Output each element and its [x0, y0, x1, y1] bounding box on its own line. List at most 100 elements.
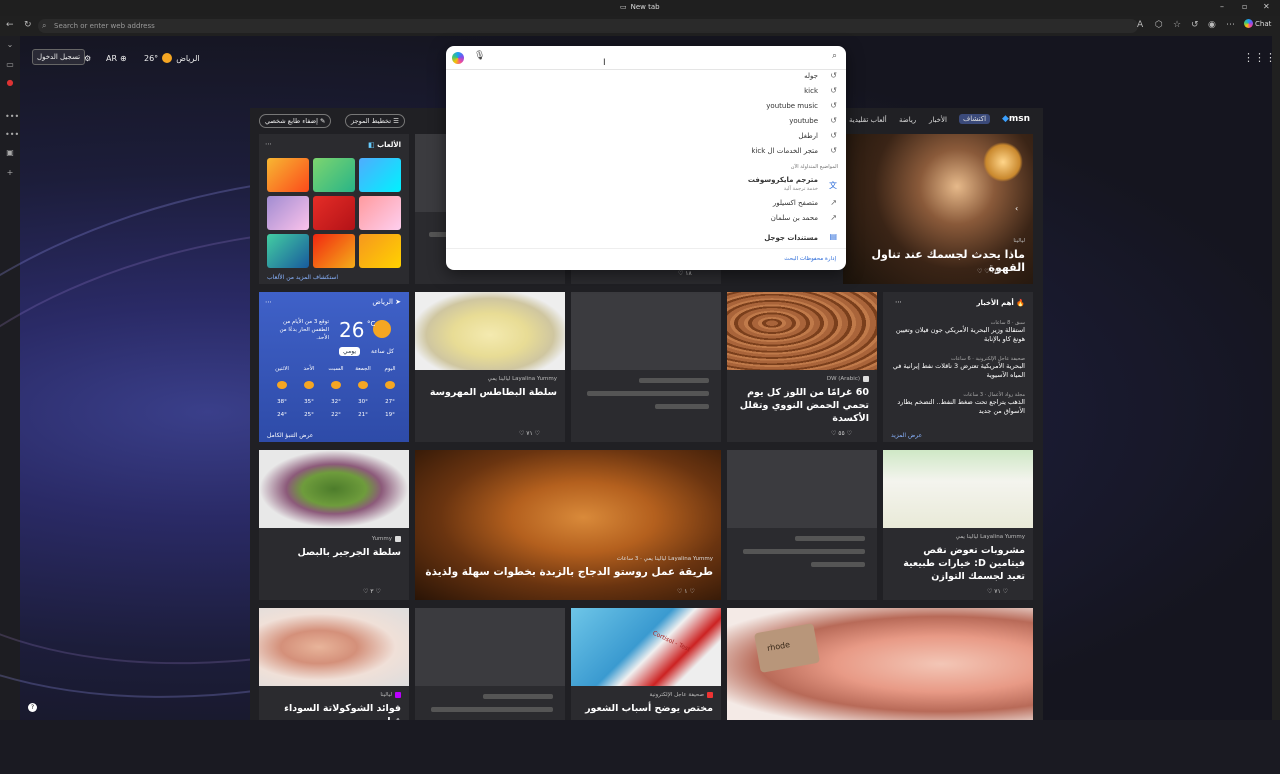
refresh-icon[interactable]: ↻	[24, 20, 32, 30]
tab-new-tab[interactable]: ▭ New tab	[620, 3, 660, 11]
forecast-high: 32°	[331, 399, 341, 405]
like-button[interactable]: ♡ ١٨	[678, 270, 692, 277]
login-button[interactable]: تسجيل الدخول	[32, 49, 86, 65]
games-card: ⋯ الألعاب ◧ استكشاف المزيد من الألعاب	[259, 134, 409, 284]
news-more-icon[interactable]: ⋯	[895, 298, 902, 306]
article-card[interactable]: DW (Arabic) 60 غرامًا من اللوز كل يوم تح…	[727, 292, 877, 442]
apps-grid-icon[interactable]: ⋮⋮⋮	[1243, 51, 1276, 64]
sun-icon	[162, 53, 173, 63]
maximize-icon[interactable]: ▫	[1242, 2, 1247, 11]
news-item[interactable]: سبق · 8 ساعات استقالة وزير البحرية الأمر…	[889, 320, 1025, 344]
tab-daily[interactable]: يومي	[339, 347, 360, 356]
news-headline: الذهب يتراجع تحت ضغط النفط.. التضخم يطار…	[897, 398, 1025, 415]
article-card[interactable]: Layalina Yummy ليالينا يمي مشروبات تعوض …	[883, 450, 1033, 600]
hero-like-button[interactable]: ♡ ♡ ٢٥٧	[977, 268, 1001, 275]
weather-more-icon[interactable]: ⋯	[265, 298, 272, 306]
feed-layout-button[interactable]: تخطيط الموجز ☰	[345, 114, 405, 128]
game-tile[interactable]	[359, 196, 401, 230]
history-item-label: kick	[804, 87, 818, 95]
like-button[interactable]: ♡ ٧١ ♡	[987, 588, 1008, 595]
game-tile[interactable]	[313, 196, 355, 230]
game-tile[interactable]	[313, 158, 355, 192]
news-item[interactable]: صحيفة عاجل الإلكترونية · 6 ساعات البحرية…	[889, 356, 1025, 380]
weather-widget[interactable]: 26° الرياض	[144, 50, 200, 66]
weather-city: ➤ الرياض	[372, 298, 401, 306]
microphone-icon[interactable]: 🎙	[474, 51, 485, 61]
article-card[interactable]: Cortisol - Test صحيفة عاجل الإلكترونية م…	[571, 608, 721, 720]
full-forecast-link[interactable]: عرض التنبؤ الكامل	[267, 432, 313, 439]
manage-history-link[interactable]: إدارة محفوظات البحث	[784, 256, 836, 262]
game-tile[interactable]	[359, 234, 401, 268]
partly-sunny-icon	[277, 381, 287, 389]
language-selector[interactable]: AR ⊕	[106, 50, 127, 66]
chevron-down-icon[interactable]: ⌄	[5, 40, 15, 50]
tab-title: New tab	[630, 3, 660, 11]
image-placeholder	[727, 450, 877, 528]
tab-page-icon: ▭	[620, 3, 627, 11]
back-icon[interactable]: ←	[6, 20, 14, 30]
news-item[interactable]: مجلة رواد الأعمال · 3 ساعات الذهب يتراجع…	[889, 392, 1025, 416]
profile-icon[interactable]: ◉	[1208, 20, 1216, 30]
article-source: صحيفة عاجل الإلكترونية	[650, 692, 713, 698]
personalize-button[interactable]: إضفاء طابع شخصي ✎	[259, 114, 332, 128]
favorites-icon[interactable]: ☆	[1173, 20, 1181, 30]
article-card[interactable]: Yummy سلطة الجرجير بالبصل ♡ ٣ ♡	[259, 450, 409, 600]
close-icon[interactable]: ✕	[1263, 2, 1270, 11]
trending-section-label: المواضيع المتداولة الآن	[790, 164, 838, 170]
text-placeholder	[587, 391, 709, 396]
address-input[interactable]: ⌕ Search or enter web address	[38, 19, 1138, 33]
featured-article-card[interactable]: Layalina Yummy ليالينا يمي · 3 ساعات طري…	[415, 450, 721, 600]
search-input[interactable]: 🎙 ⌕	[446, 46, 846, 70]
forecast-low: 21°	[358, 412, 368, 418]
carousel-next-icon[interactable]: ‹	[1015, 204, 1018, 213]
sidebar-app-icon[interactable]: •••	[5, 130, 19, 140]
text-placeholder	[431, 707, 553, 712]
game-tile[interactable]	[359, 158, 401, 192]
game-tile[interactable]	[267, 234, 309, 268]
history-icon[interactable]: ↺	[1191, 20, 1199, 30]
featured-article-card[interactable]: rhode	[727, 608, 1033, 720]
hero-card[interactable]: ليالينا ماذا يحدث لجسمك عند تناول القهوة…	[843, 134, 1033, 284]
search-icon[interactable]: ⌕	[832, 51, 837, 61]
copilot-icon[interactable]	[452, 52, 464, 64]
games-more-link[interactable]: استكشاف المزيد من الألعاب	[267, 274, 338, 281]
article-image	[883, 450, 1033, 528]
layout-icon: ☰	[393, 117, 399, 125]
like-button[interactable]: ♡ ٧١ ♡	[519, 430, 540, 437]
settings-icon[interactable]: ⚙	[84, 50, 91, 66]
like-button[interactable]: ♡ ١ ♡	[677, 588, 695, 595]
minimize-icon[interactable]: –	[1220, 2, 1224, 11]
help-icon[interactable]: ?	[28, 703, 37, 712]
sidebar-tab-icon[interactable]: ▭	[5, 60, 15, 70]
article-card[interactable]: ليالينا فوائد الشوكولاتة السوداء قبل	[259, 608, 409, 720]
news-more-link[interactable]: عرض المزيد	[891, 432, 922, 439]
add-icon[interactable]: +	[5, 168, 15, 178]
tab-sports[interactable]: رياضة	[899, 116, 916, 124]
tab-discover[interactable]: اكتشاف	[959, 114, 991, 124]
partly-sunny-icon	[331, 381, 341, 389]
game-tile[interactable]	[313, 234, 355, 268]
game-tile[interactable]	[267, 158, 309, 192]
tab-news[interactable]: الأخبار	[929, 116, 947, 124]
like-button[interactable]: ♡ ٥٥ ♡	[831, 430, 852, 437]
tab-hourly[interactable]: كل ساعة	[371, 348, 394, 355]
tab-classic-games[interactable]: ألعاب تقليدية	[849, 116, 887, 124]
game-tile[interactable]	[267, 196, 309, 230]
article-image	[259, 450, 409, 528]
sidebar-app-icon[interactable]: •••	[5, 112, 19, 122]
extensions-icon[interactable]: ⬡	[1155, 20, 1163, 30]
article-title: مختص يوضح أسباب الشعور	[585, 703, 713, 714]
image-placeholder	[415, 608, 565, 686]
text-placeholder	[639, 378, 709, 383]
sidebar-collections-icon[interactable]: ▣	[5, 148, 15, 158]
read-aloud-icon[interactable]: A	[1137, 20, 1143, 30]
sidebar-app-icon[interactable]: ●	[5, 78, 15, 88]
chat-button[interactable]: Chat	[1244, 19, 1271, 28]
forecast-low: 19°	[385, 412, 395, 418]
news-headline: استقالة وزير البحرية الأمريكي جون فيلان …	[895, 326, 1025, 343]
games-more-icon[interactable]: ⋯	[265, 140, 272, 148]
more-icon[interactable]: ⋯	[1226, 20, 1235, 30]
like-button[interactable]: ♡ ٣ ♡	[363, 588, 381, 595]
msn-logo[interactable]: ◆msn	[1002, 114, 1030, 124]
article-card[interactable]: Layalina Yummy ليالينا يمي سلطة البطاطس …	[415, 292, 565, 442]
